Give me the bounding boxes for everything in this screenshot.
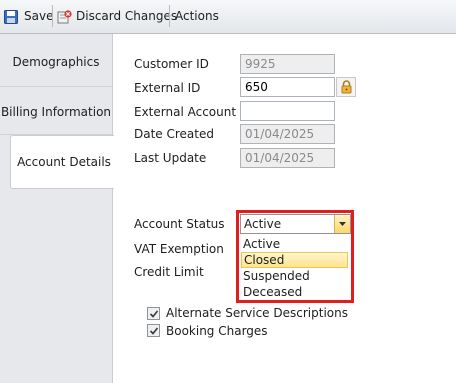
tab-demographics[interactable]: Demographics	[0, 55, 112, 69]
account-status-selected-value: Active	[244, 217, 282, 231]
account-status-label: Account Status	[134, 217, 225, 231]
last-update-label: Last Update	[134, 151, 207, 165]
alternate-service-descriptions-checkbox[interactable]	[147, 307, 160, 320]
last-update-field: 01/04/2025	[240, 148, 335, 168]
tab-divider	[0, 86, 112, 87]
booking-charges-label: Booking Charges	[166, 324, 268, 338]
external-id-lock-button[interactable]	[336, 77, 356, 97]
external-id-label: External ID	[134, 81, 201, 95]
customer-id-field: 9925	[240, 54, 335, 74]
external-account-no-field[interactable]	[240, 101, 335, 121]
discard-icon	[57, 10, 72, 24]
checkmark-icon	[149, 327, 159, 335]
checkmark-icon	[149, 310, 159, 318]
account-status-dropdown-list: Active Closed Suspended Deceased	[240, 235, 351, 300]
status-option-deceased[interactable]: Deceased	[241, 284, 348, 300]
customer-id-label: Customer ID	[134, 57, 209, 71]
dropdown-button[interactable]	[334, 215, 350, 233]
tab-account-details[interactable]: Account Details	[8, 155, 120, 169]
tab-billing-information[interactable]: Billing Information	[0, 105, 112, 119]
actions-menu[interactable]: Actions	[175, 0, 219, 33]
toolbar: Save Discard Changes Actions	[0, 0, 456, 34]
toolbar-separator	[169, 5, 170, 27]
external-account-no-label: External Account No	[134, 105, 257, 119]
external-id-field[interactable]: 650	[240, 77, 335, 97]
vat-exemption-label: VAT Exemption	[134, 242, 224, 256]
status-option-active[interactable]: Active	[241, 236, 348, 252]
save-button[interactable]: Save	[24, 0, 53, 33]
date-created-label: Date Created	[134, 127, 214, 141]
credit-limit-label: Credit Limit	[134, 265, 204, 279]
lock-icon	[341, 80, 352, 94]
status-option-suspended[interactable]: Suspended	[241, 268, 348, 284]
date-created-field: 01/04/2025	[240, 124, 335, 144]
status-option-closed[interactable]: Closed	[241, 252, 348, 268]
dropdown-arrow-icon	[339, 222, 346, 226]
discard-changes-button[interactable]: Discard Changes	[76, 0, 177, 33]
booking-charges-checkbox[interactable]	[147, 324, 160, 337]
save-icon	[4, 10, 18, 24]
account-status-select[interactable]: Active	[240, 214, 351, 234]
toolbar-separator	[52, 5, 53, 27]
alternate-service-descriptions-label: Alternate Service Descriptions	[166, 306, 348, 320]
